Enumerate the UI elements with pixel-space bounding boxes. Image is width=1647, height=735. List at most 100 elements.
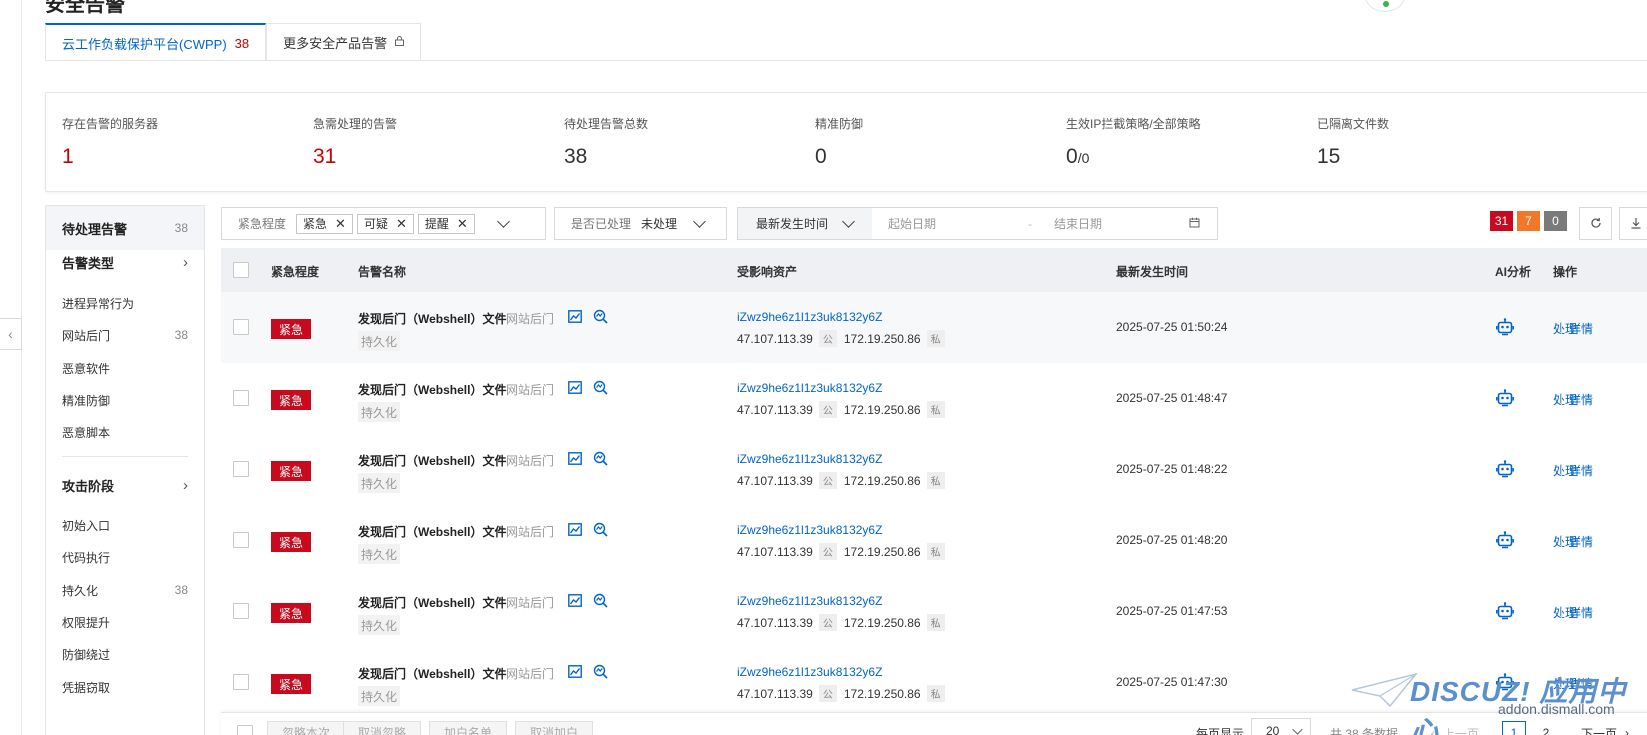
asset-host-link[interactable]: iZwz9he6z1l1z3uk8132y6Z (737, 594, 882, 608)
detail-link[interactable]: 详情 (1569, 675, 1593, 692)
table-row[interactable]: 紧急 发现后门（Webshell）文件 网站后门 持久化 iZwz9he6z1l… (221, 505, 1647, 577)
trace-analysis-icon[interactable] (593, 593, 608, 611)
chart-icon[interactable] (568, 310, 582, 326)
add-whitelist-button[interactable]: 加白名单 (429, 721, 508, 735)
stat-urgent[interactable]: 急需处理的告警 31 (297, 93, 557, 193)
alert-name[interactable]: 发现后门（Webshell）文件 (358, 381, 506, 398)
stat-ip-policies[interactable]: 生效IP拦截策略/全部策略 0/0 (1050, 93, 1310, 193)
chart-icon[interactable] (568, 381, 582, 397)
per-page-select[interactable]: 20 (1251, 718, 1311, 735)
ai-analysis-robot-icon[interactable] (1496, 602, 1514, 623)
stat-isolated-files[interactable]: 已隔离文件数 15 (1301, 93, 1561, 193)
sidebar-item-webshell[interactable]: 网站后门 38 (46, 323, 204, 347)
alert-name[interactable]: 发现后门（Webshell）文件 (358, 665, 506, 682)
sidebar-item-malware[interactable]: 恶意软件 (46, 356, 204, 380)
alert-name[interactable]: 发现后门（Webshell）文件 (358, 310, 506, 327)
row-checkbox[interactable] (233, 603, 249, 619)
end-date-input[interactable]: 结束日期 (1054, 215, 1189, 232)
sidebar-item-precise-defense[interactable]: 精准防御 (46, 388, 204, 412)
detail-link[interactable]: 详情 (1569, 391, 1593, 408)
stat-precise-defense[interactable]: 精准防御 0 (799, 93, 1059, 193)
asset-host-link[interactable]: iZwz9he6z1l1z3uk8132y6Z (737, 523, 882, 537)
trace-analysis-icon[interactable] (593, 522, 608, 540)
download-button[interactable] (1619, 207, 1647, 240)
tab-more-products[interactable]: 更多安全产品告警 (266, 23, 422, 61)
row-checkbox[interactable] (233, 461, 249, 477)
sidebar-item-pending[interactable]: 待处理告警 38 (46, 206, 204, 250)
sidebar-item-initial-access[interactable]: 初始入口 (46, 513, 204, 537)
suspicious-count-badge[interactable]: 7 (1517, 211, 1540, 231)
remove-whitelist-button[interactable]: 取消加白 (515, 721, 594, 735)
chart-icon[interactable] (568, 594, 582, 610)
sidebar-item-persistence[interactable]: 持久化 38 (46, 578, 204, 602)
chart-icon[interactable] (568, 665, 582, 681)
refresh-button[interactable] (1579, 207, 1612, 240)
asset-host-link[interactable]: iZwz9he6z1l1z3uk8132y6Z (737, 310, 882, 324)
sidebar-item-defense-evasion[interactable]: 防御绕过 (46, 642, 204, 666)
row-checkbox[interactable] (233, 674, 249, 690)
chart-icon[interactable] (568, 452, 582, 468)
severity-tag-suspicious[interactable]: 可疑 ✕ (356, 213, 414, 234)
trace-analysis-icon[interactable] (593, 309, 608, 327)
unignore-button[interactable]: 取消忽略 (343, 721, 422, 735)
page-2-button[interactable]: 2 (1534, 721, 1558, 735)
ai-analysis-robot-icon[interactable] (1496, 460, 1514, 481)
table-row[interactable]: 紧急 发现后门（Webshell）文件 网站后门 持久化 iZwz9he6z1l… (221, 363, 1647, 435)
sidebar-item-malicious-script[interactable]: 恶意脚本 (46, 420, 204, 444)
time-field-select[interactable]: 最新发生时间 (738, 208, 872, 239)
severity-filter[interactable]: 紧急程度 紧急 ✕ 可疑 ✕ 提醒 ✕ (221, 207, 546, 240)
sidebar-item-credential-access[interactable]: 凭据窃取 (46, 675, 204, 699)
alert-name[interactable]: 发现后门（Webshell）文件 (358, 452, 506, 469)
row-checkbox[interactable] (233, 319, 249, 335)
alert-name[interactable]: 发现后门（Webshell）文件 (358, 594, 506, 611)
row-checkbox[interactable] (233, 390, 249, 406)
prev-page-button[interactable]: ‹ 上一页 (1431, 721, 1479, 735)
table-row[interactable]: 紧急 发现后门（Webshell）文件 网站后门 持久化 iZwz9he6z1l… (221, 576, 1647, 648)
table-row[interactable]: 紧急 发现后门（Webshell）文件 网站后门 持久化 iZwz9he6z1l… (221, 647, 1647, 719)
table-row[interactable]: 紧急 发现后门（Webshell）文件 网站后门 持久化 iZwz9he6z1l… (221, 292, 1647, 364)
sidebar-group-attack-stage[interactable]: 攻击阶段 › (46, 473, 204, 497)
stat-pending[interactable]: 待处理告警总数 38 (548, 93, 808, 193)
alert-name[interactable]: 发现后门（Webshell）文件 (358, 523, 506, 540)
tab-cwpp[interactable]: 云工作负载保护平台(CWPP) 38 (45, 23, 267, 61)
select-all-checkbox-bottom[interactable] (237, 725, 253, 735)
close-icon[interactable]: ✕ (396, 216, 407, 232)
sidebar-item-process-anomaly[interactable]: 进程异常行为 (46, 291, 204, 315)
sidebar-item-privilege-escalation[interactable]: 权限提升 (46, 610, 204, 634)
stat-servers[interactable]: 存在告警的服务器 1 (46, 93, 306, 193)
asset-host-link[interactable]: iZwz9he6z1l1z3uk8132y6Z (737, 665, 882, 679)
handled-filter[interactable]: 是否已处理 未处理 (554, 207, 727, 240)
detail-link[interactable]: 详情 (1569, 462, 1593, 479)
trace-analysis-icon[interactable] (593, 451, 608, 469)
calendar-icon[interactable] (1189, 217, 1200, 231)
ai-analysis-robot-icon[interactable] (1496, 531, 1514, 552)
sidebar-item-code-execution[interactable]: 代码执行 (46, 545, 204, 569)
collapse-sidebar-button[interactable]: ‹ (0, 318, 22, 350)
severity-tag-urgent[interactable]: 紧急 ✕ (296, 213, 353, 234)
select-all-checkbox[interactable] (233, 262, 249, 278)
detail-link[interactable]: 详情 (1569, 533, 1593, 550)
ai-analysis-robot-icon[interactable] (1496, 673, 1514, 694)
ai-analysis-robot-icon[interactable] (1496, 389, 1514, 410)
start-date-input[interactable]: 起始日期 (888, 215, 1028, 232)
close-icon[interactable]: ✕ (335, 216, 346, 232)
ignore-button[interactable]: 忽略本次 (267, 721, 346, 735)
reminder-count-badge[interactable]: 0 (1544, 211, 1567, 231)
close-icon[interactable]: ✕ (457, 216, 468, 232)
next-page-button[interactable]: 下一页 › (1581, 721, 1629, 735)
trace-analysis-icon[interactable] (593, 380, 608, 398)
ai-analysis-robot-icon[interactable] (1496, 318, 1514, 339)
column-header-time[interactable]: 最新发生时间 (1116, 263, 1188, 280)
chart-icon[interactable] (568, 523, 582, 539)
column-header-severity[interactable]: 紧急程度 (271, 263, 319, 280)
row-checkbox[interactable] (233, 532, 249, 548)
sidebar-group-alert-type[interactable]: 告警类型 › (46, 250, 204, 274)
asset-host-link[interactable]: iZwz9he6z1l1z3uk8132y6Z (737, 452, 882, 466)
detail-link[interactable]: 详情 (1569, 604, 1593, 621)
page-1-button[interactable]: 1 (1502, 721, 1526, 735)
asset-host-link[interactable]: iZwz9he6z1l1z3uk8132y6Z (737, 381, 882, 395)
detail-link[interactable]: 详情 (1569, 320, 1593, 337)
trace-analysis-icon[interactable] (593, 664, 608, 682)
severity-tag-reminder[interactable]: 提醒 ✕ (417, 213, 475, 234)
urgent-count-badge[interactable]: 31 (1490, 211, 1513, 231)
